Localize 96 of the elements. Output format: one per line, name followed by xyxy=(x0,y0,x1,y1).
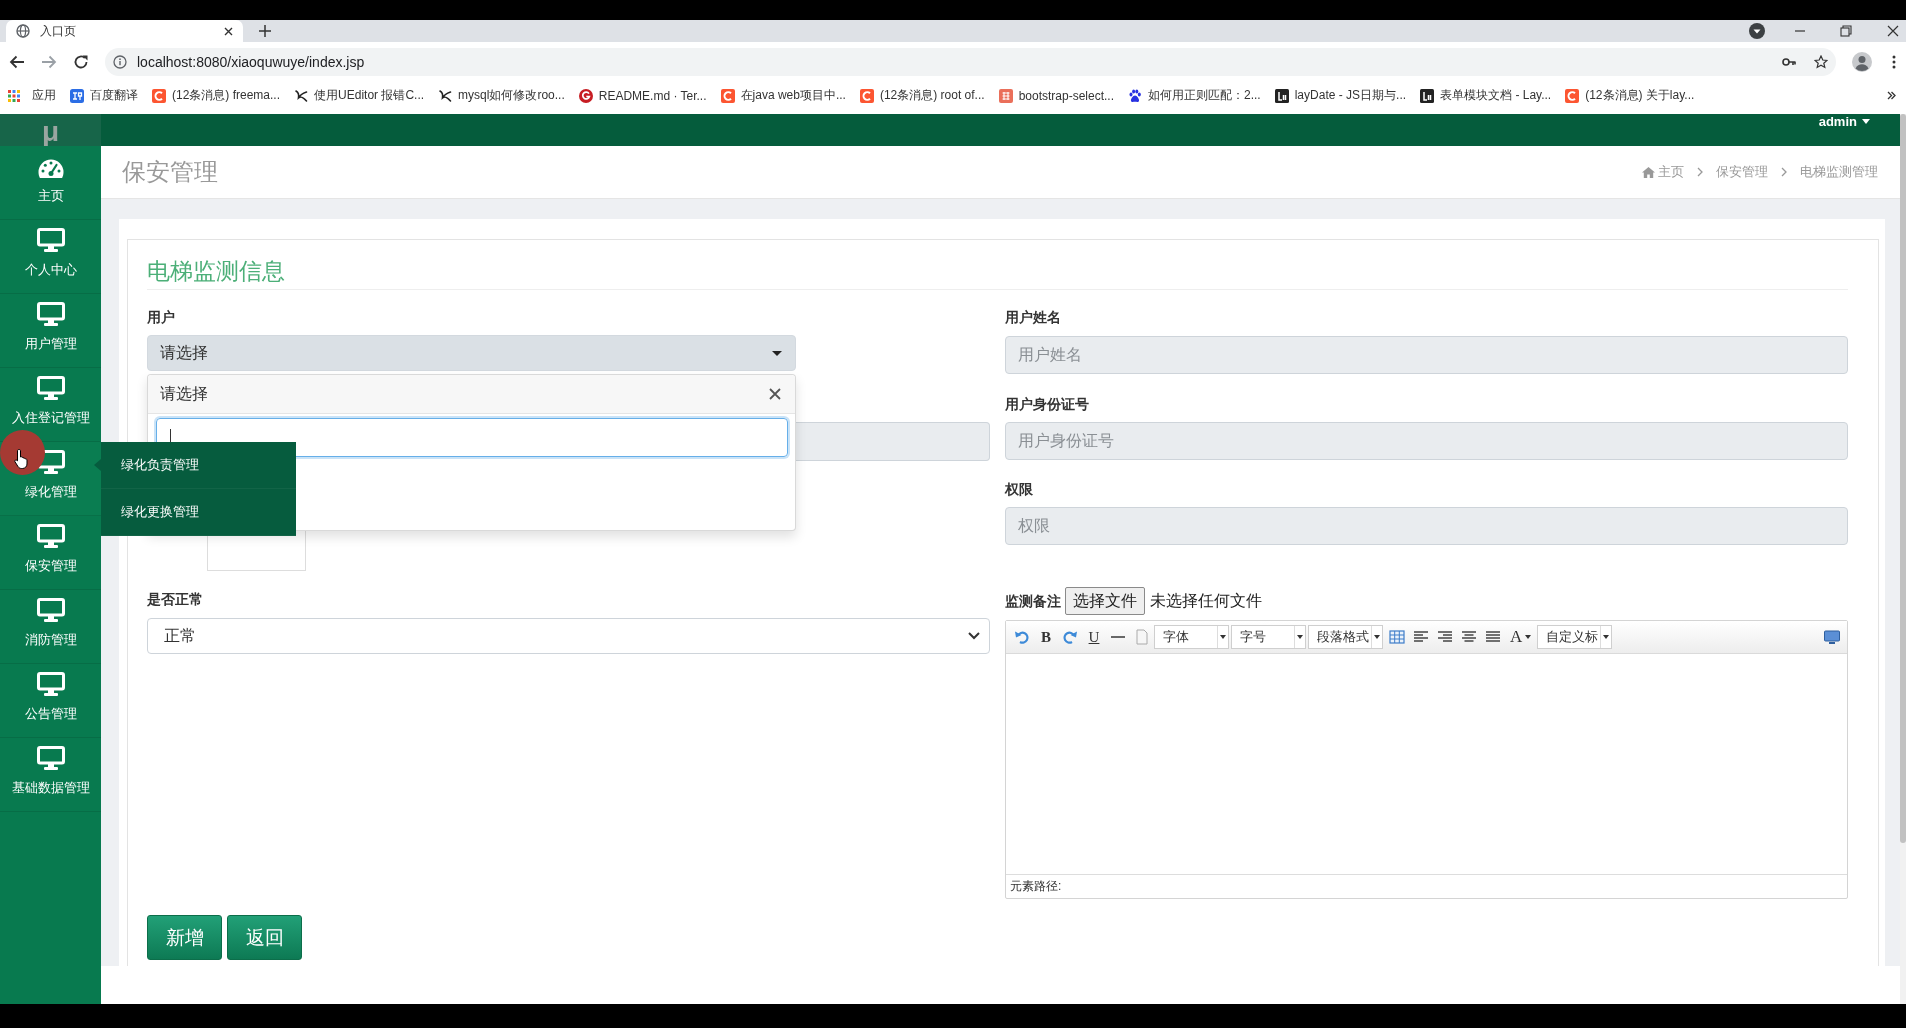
table-icon[interactable] xyxy=(1387,627,1407,647)
close-icon[interactable] xyxy=(1887,25,1899,37)
close-icon[interactable] xyxy=(769,388,781,400)
field-label: 用户姓名 xyxy=(1005,308,1061,327)
restore-icon[interactable] xyxy=(1840,25,1852,37)
logo: μ xyxy=(0,114,101,146)
browser-tab[interactable]: 入口页 xyxy=(6,20,243,42)
star-icon[interactable] xyxy=(1814,55,1828,69)
swoosh-icon xyxy=(438,88,453,103)
field-label: 是否正常 xyxy=(147,590,203,609)
status-select[interactable]: 正常 xyxy=(147,618,990,654)
form-button[interactable]: 新增 xyxy=(147,915,222,960)
dashboard-icon xyxy=(37,159,64,178)
monitor-icon xyxy=(36,228,65,252)
c-logo-icon xyxy=(1565,88,1580,103)
bookmark[interactable]: 如何用正则匹配：2... xyxy=(1128,87,1261,104)
file-status-text: 未选择任何文件 xyxy=(1150,590,1262,611)
info-icon[interactable] xyxy=(113,55,127,69)
monitor-icon xyxy=(36,376,65,400)
underline-button[interactable]: U xyxy=(1084,627,1104,647)
editor-status-bar: 元素路径: xyxy=(1006,874,1847,898)
close-icon[interactable] xyxy=(224,26,233,36)
tile-logo-icon xyxy=(1274,88,1289,103)
bookmark[interactable]: 百度翻译 xyxy=(70,87,138,104)
form-button[interactable]: 返回 xyxy=(227,915,302,960)
avatar-icon[interactable] xyxy=(1852,52,1872,72)
font-color-button[interactable]: A xyxy=(1507,627,1535,647)
apps-grid-icon xyxy=(8,89,20,102)
caret-icon xyxy=(1525,635,1532,639)
swoosh-icon xyxy=(294,88,309,103)
field-label: 用户 xyxy=(147,308,175,327)
chevron-right-icon xyxy=(1781,167,1787,177)
bookmark[interactable]: (12条消息) freema... xyxy=(152,87,281,104)
menu-icon[interactable] xyxy=(1892,55,1896,69)
address-bar[interactable]: localhost:8080/xiaoquwuye/index.jsp xyxy=(105,48,1836,76)
reload-icon[interactable] xyxy=(73,54,89,70)
font-family-dropdown[interactable]: 字体 xyxy=(1154,625,1229,649)
field-label: 权限 xyxy=(1005,480,1033,499)
scrollbar[interactable] xyxy=(1900,114,1906,1004)
choose-file-button[interactable]: 选择文件 xyxy=(1065,587,1145,615)
c-logo-icon xyxy=(720,88,735,103)
search-field[interactable] xyxy=(156,418,788,457)
caret-icon xyxy=(772,350,782,356)
tab-search-icon[interactable] xyxy=(1749,23,1765,39)
plus-icon[interactable] xyxy=(259,25,271,37)
tile-logo-icon xyxy=(1420,88,1435,103)
breadcrumb-current: 电梯监测管理 xyxy=(1800,163,1878,181)
heading-dropdown[interactable]: 自定义标 xyxy=(1537,625,1612,649)
field-label: 监测备注 xyxy=(1005,592,1061,611)
pointer-cursor-icon xyxy=(0,430,45,475)
c-logo-icon xyxy=(152,88,166,103)
monitor-icon xyxy=(36,598,65,622)
square-logo-icon xyxy=(998,88,1013,103)
bookmark[interactable]: 使用UEditor 报错C... xyxy=(294,87,425,104)
bookmark[interactable]: bootstrap-select... xyxy=(998,88,1114,103)
caret-icon xyxy=(1603,635,1609,639)
user-menu[interactable]: admin xyxy=(1818,114,1870,129)
font-size-dropdown[interactable]: 字号 xyxy=(1231,625,1306,649)
key-icon[interactable] xyxy=(1782,55,1796,69)
page-title: 保安管理 xyxy=(122,157,218,187)
g-logo-icon xyxy=(578,88,593,103)
translate-icon xyxy=(70,88,84,103)
bookmark[interactable]: layDate - JS日期与... xyxy=(1274,87,1407,104)
caret-icon xyxy=(1220,635,1226,639)
field-label: 用户身份证号 xyxy=(1005,395,1089,414)
input-field[interactable] xyxy=(796,422,990,461)
monitor-icon xyxy=(36,302,65,326)
bookmark[interactable]: (12条消息) root of... xyxy=(859,87,985,104)
more-bookmarks-icon[interactable] xyxy=(1887,91,1896,100)
bookmark[interactable]: README.md · Ter... xyxy=(578,88,707,103)
globe-icon xyxy=(16,24,30,38)
caret-icon xyxy=(1374,635,1380,639)
bookmark[interactable]: mysql如何修改roo... xyxy=(438,87,565,104)
bookmark[interactable]: (12条消息) 关于lay... xyxy=(1565,87,1695,104)
bookmark[interactable]: 表单模块文档 - Lay... xyxy=(1420,87,1552,104)
monitor-icon xyxy=(36,672,65,696)
bookmark[interactable]: 应用 xyxy=(8,87,56,104)
user-select[interactable]: 请选择 xyxy=(147,335,796,371)
home-icon xyxy=(1642,166,1655,178)
back-arrow-icon[interactable] xyxy=(9,54,25,70)
paragraph-dropdown[interactable]: 段落格式 xyxy=(1308,625,1383,649)
section-title: 电梯监测信息 xyxy=(147,258,285,284)
monitor-icon[interactable] xyxy=(1822,627,1842,647)
caret-icon xyxy=(1297,635,1303,639)
monitor-icon xyxy=(36,524,65,548)
monitor-icon xyxy=(36,746,65,770)
forward-arrow-icon[interactable] xyxy=(41,54,57,70)
caret-icon xyxy=(1862,119,1870,124)
c-logo-icon xyxy=(859,88,874,103)
paw-icon xyxy=(1128,88,1142,103)
chevron-right-icon xyxy=(1697,167,1703,177)
scrollbar-thumb[interactable] xyxy=(1900,114,1906,843)
chevron-down-icon xyxy=(968,632,980,640)
bookmark[interactable]: 在java web项目中... xyxy=(720,87,846,104)
bold-button[interactable]: B xyxy=(1036,627,1056,647)
dropdown-title: 请选择 xyxy=(160,383,208,404)
